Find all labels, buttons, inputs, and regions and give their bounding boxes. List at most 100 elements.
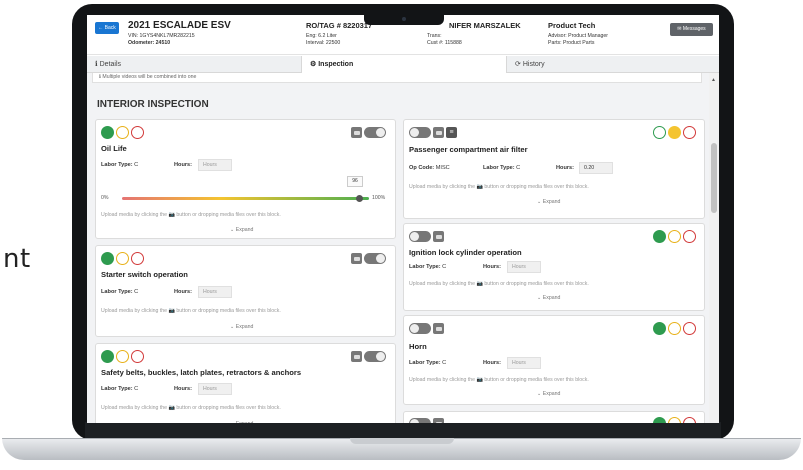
hours-label-text: Hours:: [174, 386, 193, 392]
inspection-card: Starter switch operation Labor Type: C H…: [95, 245, 396, 337]
yellow-light-button[interactable]: [116, 126, 129, 139]
op-code-label: Op Code:: [409, 165, 435, 171]
interval-text: Interval: 22500: [306, 40, 341, 46]
expand-link[interactable]: ⌄ Expand: [230, 324, 253, 330]
red-light-button[interactable]: [683, 230, 696, 243]
hours-input[interactable]: Hours: [507, 261, 541, 273]
card-title: Ignition lock cylinder operation: [409, 248, 522, 257]
scroll-up-arrow[interactable]: ▲: [711, 77, 716, 83]
customer-name: NIFER MARSZALEK: [449, 21, 521, 30]
recommend-toggle[interactable]: [409, 127, 431, 138]
red-light-button[interactable]: [131, 252, 144, 265]
inspection-card: Horn Labor Type: C Hours: Hours Upload m…: [403, 315, 705, 405]
camera-button[interactable]: [351, 253, 362, 264]
history-icon: ⟳: [515, 61, 521, 68]
inspection-card: Oil Life Labor Type: C Hours: Hours 96 0…: [95, 119, 396, 239]
recommend-toggle[interactable]: [409, 231, 431, 242]
red-light-button[interactable]: [683, 322, 696, 335]
camera-button[interactable]: [433, 231, 444, 242]
yellow-light-button[interactable]: [116, 252, 129, 265]
hours-input[interactable]: Hours: [507, 357, 541, 369]
toggle-knob: [376, 254, 385, 263]
green-light-button[interactable]: [653, 417, 666, 423]
inspection-card: Ignition lock cylinder operation Labor T…: [403, 223, 705, 311]
upload-hint: Upload media by clicking the 📷 button or…: [101, 308, 281, 314]
camera-button[interactable]: [433, 418, 444, 423]
odometer-text: Odometer: 24510: [128, 40, 171, 46]
hours-input[interactable]: Hours: [198, 286, 232, 298]
card-tools: [409, 418, 444, 423]
recommend-toggle[interactable]: [409, 418, 431, 423]
camera-button[interactable]: [351, 127, 362, 138]
expand-link[interactable]: ⌄ Expand: [537, 295, 560, 301]
card-tools: [409, 323, 444, 334]
ro-tag: RO/TAG # 8220317: [306, 21, 373, 30]
hours-label-text: Hours:: [556, 165, 575, 171]
toggle-knob: [410, 419, 419, 423]
green-light-button[interactable]: [653, 230, 666, 243]
upload-hint: Upload media by clicking the 📷 button or…: [101, 405, 281, 411]
messages-button[interactable]: ✉ Messages: [670, 23, 713, 36]
green-light-button[interactable]: [101, 126, 114, 139]
list-icon[interactable]: ≡: [446, 127, 457, 138]
green-light-button[interactable]: [101, 350, 114, 363]
camera-button[interactable]: [351, 351, 362, 362]
camera-icon: [435, 326, 442, 331]
tab-history[interactable]: ⟳ History: [507, 56, 719, 73]
red-light-button[interactable]: [131, 126, 144, 139]
oil-life-value[interactable]: 96: [347, 176, 363, 187]
card-title: Oil Life: [101, 144, 127, 153]
yellow-light-button[interactable]: [668, 126, 681, 139]
labor-row: Labor Type: C: [409, 264, 446, 270]
expand-link[interactable]: ⌄ Expand: [537, 391, 560, 397]
card-tools: [351, 127, 386, 138]
video-note-text: Multiple videos will be combined into on…: [102, 74, 197, 80]
camera-icon: [353, 130, 360, 135]
status-lights: [101, 252, 144, 265]
green-light-button[interactable]: [653, 322, 666, 335]
status-lights: [653, 417, 696, 423]
labor-type-value: C: [134, 386, 139, 392]
red-light-button[interactable]: [683, 417, 696, 423]
laptop-chin: [85, 422, 721, 438]
green-light-button[interactable]: [653, 126, 666, 139]
labor-row: Labor Type: C: [483, 165, 520, 171]
labor-type-label: Labor Type:: [101, 162, 133, 168]
status-lights: [653, 230, 696, 243]
recommend-toggle[interactable]: [364, 351, 386, 362]
scrollbar-thumb[interactable]: [711, 143, 717, 213]
partial-side-text: nt: [3, 244, 31, 274]
hours-label-text: Hours:: [483, 360, 502, 366]
scrollbar[interactable]: ▲: [709, 73, 719, 423]
camera-icon: [435, 421, 442, 423]
inspection-card: ≡ Passenger compartment air filter Op Co…: [403, 119, 705, 219]
camera-icon: [435, 234, 442, 239]
labor-type-value: C: [442, 360, 447, 366]
yellow-light-button[interactable]: [668, 230, 681, 243]
recommend-toggle[interactable]: [409, 323, 431, 334]
yellow-light-button[interactable]: [116, 350, 129, 363]
tab-details[interactable]: ℹ Details: [87, 56, 301, 73]
hours-input[interactable]: Hours: [198, 383, 232, 395]
tab-label: Details: [99, 61, 122, 68]
recommend-toggle[interactable]: [364, 127, 386, 138]
camera-icon: [353, 256, 360, 261]
oil-life-slider[interactable]: [122, 197, 369, 200]
expand-link[interactable]: ⌄ Expand: [230, 421, 253, 423]
slider-handle[interactable]: [355, 195, 363, 202]
yellow-light-button[interactable]: [668, 322, 681, 335]
expand-link[interactable]: ⌄ Expand: [537, 199, 560, 205]
yellow-light-button[interactable]: [668, 417, 681, 423]
red-light-button[interactable]: [131, 350, 144, 363]
back-button[interactable]: ← Back: [95, 22, 119, 34]
hours-input[interactable]: 0.20: [579, 162, 613, 174]
green-light-button[interactable]: [101, 252, 114, 265]
red-light-button[interactable]: [683, 126, 696, 139]
hours-input[interactable]: Hours: [198, 159, 232, 171]
expand-link[interactable]: ⌄ Expand: [230, 227, 253, 233]
tab-inspection[interactable]: ⚙ Inspection: [301, 56, 507, 73]
camera-button[interactable]: [433, 127, 444, 138]
recommend-toggle[interactable]: [364, 253, 386, 264]
camera-button[interactable]: [433, 323, 444, 334]
gear-icon: ⚙: [310, 61, 317, 68]
